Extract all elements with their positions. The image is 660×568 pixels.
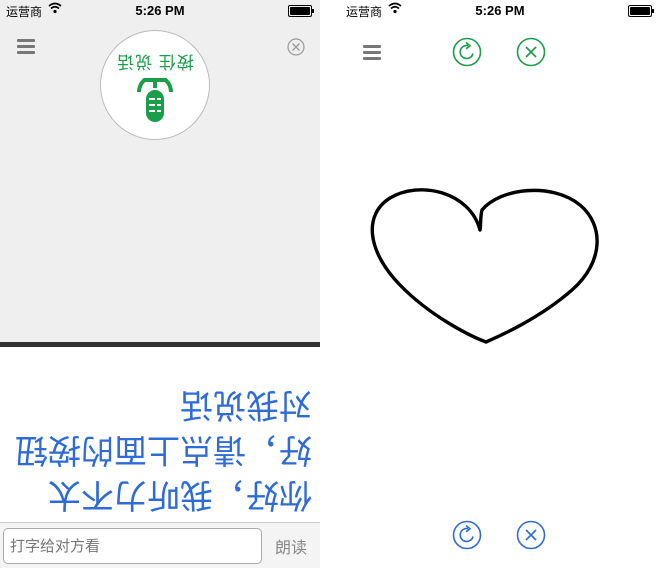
close-icon[interactable] bbox=[516, 520, 546, 550]
hold-to-talk-button[interactable]: 按住 说话 bbox=[100, 30, 210, 140]
flipped-message: 你好，我听力不太好，请点上面的按钮对我说话 bbox=[15, 387, 312, 514]
close-icon[interactable] bbox=[516, 37, 546, 67]
drawing-canvas[interactable] bbox=[340, 80, 660, 500]
refresh-icon[interactable] bbox=[452, 520, 482, 550]
right-screen: 运营商 5:26 PM bbox=[340, 0, 660, 568]
hold-to-talk-label: 按住 说话 bbox=[116, 52, 194, 71]
battery-icon bbox=[288, 5, 314, 17]
menu-icon[interactable] bbox=[17, 39, 35, 54]
status-time: 5:26 PM bbox=[475, 3, 525, 18]
input-bar: 朗读 bbox=[0, 522, 320, 568]
panel-divider bbox=[0, 342, 320, 347]
status-bar: 运营商 5:26 PM bbox=[340, 0, 660, 20]
status-time: 5:26 PM bbox=[135, 3, 185, 18]
menu-icon[interactable] bbox=[363, 45, 381, 60]
battery-icon bbox=[628, 5, 654, 17]
status-bar: 运营商 5:26 PM bbox=[0, 0, 320, 20]
close-icon[interactable] bbox=[287, 38, 305, 56]
refresh-icon[interactable] bbox=[452, 37, 482, 67]
heart-stroke bbox=[370, 188, 599, 344]
left-screen: 运营商 5:26 PM 按住 说话 你好，我听力不太好，请点上面的按钮对我说话 bbox=[0, 0, 320, 568]
message-input[interactable] bbox=[3, 528, 262, 564]
microphone-icon bbox=[137, 78, 173, 122]
read-aloud-button[interactable]: 朗读 bbox=[266, 528, 316, 564]
